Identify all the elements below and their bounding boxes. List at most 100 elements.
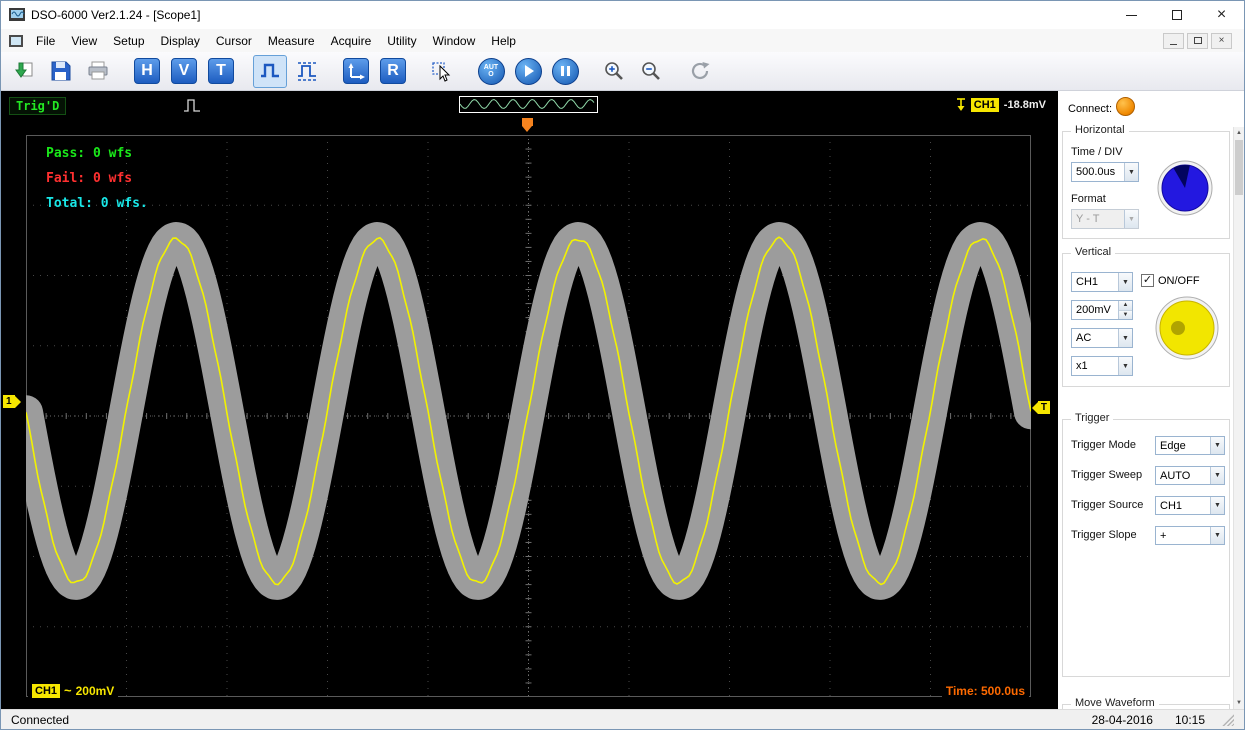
marker-body — [522, 118, 533, 126]
resize-grip[interactable] — [1221, 713, 1234, 726]
menu-view[interactable]: View — [63, 31, 105, 51]
total-count: Total: 0 wfs. — [46, 191, 148, 216]
run-button[interactable] — [511, 55, 545, 88]
maximize-icon — [1172, 10, 1182, 20]
xy-mode-button[interactable] — [339, 55, 373, 88]
chevron-down-icon: ▼ — [1124, 210, 1138, 228]
menu-measure[interactable]: Measure — [260, 31, 323, 51]
minimize-button[interactable] — [1109, 1, 1154, 29]
auto-setup-button[interactable]: AUTO — [474, 55, 508, 88]
panel-scrollbar[interactable]: ▲ ▼ — [1233, 127, 1244, 709]
h-icon: H — [134, 58, 160, 84]
chevron-down-icon[interactable]: ▼ — [1210, 497, 1224, 514]
zoom-in-button[interactable] — [597, 55, 631, 88]
refresh-view-button[interactable]: R — [376, 55, 410, 88]
volts-div-value: 200mV — [1072, 304, 1118, 316]
chevron-down-icon[interactable]: ▼ — [1210, 467, 1224, 484]
scroll-down-icon[interactable]: ▼ — [1234, 697, 1244, 709]
menu-display[interactable]: Display — [153, 31, 208, 51]
window-controls: × — [1109, 1, 1244, 29]
channel-select[interactable]: CH1 ▼ — [1071, 272, 1133, 292]
trigger-source-select[interactable]: CH1 ▼ — [1155, 496, 1225, 515]
format-value: Y - T — [1072, 213, 1124, 225]
horizontal-group: Horizontal Time / DIV 500.0us ▼ Format Y… — [1062, 131, 1230, 239]
statusbar-right: 28-04-2016 10:15 — [1092, 713, 1217, 727]
onoff-label: ON/OFF — [1158, 275, 1200, 287]
scroll-up-icon[interactable]: ▲ — [1234, 127, 1244, 139]
volts-div-spinner[interactable]: 200mV ▲▼ — [1071, 300, 1133, 320]
trigger-mode-select[interactable]: Edge ▼ — [1155, 436, 1225, 455]
trigger-level-marker[interactable]: T — [1032, 401, 1050, 414]
channel-onoff[interactable]: ✓ ON/OFF — [1141, 274, 1200, 287]
t-icon: T — [208, 58, 234, 84]
waveform-limit-button[interactable] — [290, 55, 324, 88]
horizontal-settings-button[interactable]: H — [130, 55, 164, 88]
trigger-position-marker[interactable] — [522, 118, 533, 132]
zoom-out-button[interactable] — [634, 55, 668, 88]
chevron-down-icon[interactable]: ▼ — [1210, 437, 1224, 454]
trigger-source-value: CH1 — [1156, 500, 1210, 512]
print-button[interactable] — [81, 55, 115, 88]
save-button[interactable] — [44, 55, 78, 88]
connect-indicator[interactable] — [1116, 97, 1135, 116]
trigger-channel-badge: CH1 — [971, 98, 999, 112]
menu-window[interactable]: Window — [425, 31, 484, 51]
chevron-down-icon[interactable]: ▼ — [1118, 273, 1132, 291]
checkbox-checked-icon[interactable]: ✓ — [1141, 274, 1154, 287]
scope-display[interactable] — [26, 135, 1031, 697]
horizontal-knob[interactable] — [1157, 160, 1213, 219]
cursor-tool-button[interactable] — [425, 55, 459, 88]
mdi-close-button[interactable]: × — [1211, 33, 1232, 49]
sync-button[interactable] — [683, 55, 717, 88]
menu-file[interactable]: File — [28, 31, 63, 51]
ground-level-marker[interactable]: 1 — [3, 395, 21, 408]
mdi-restore-button[interactable] — [1187, 33, 1208, 49]
mdi-minimize-button[interactable] — [1163, 33, 1184, 49]
menu-setup[interactable]: Setup — [105, 31, 152, 51]
printer-icon — [87, 61, 109, 81]
r-icon: R — [380, 58, 406, 84]
chevron-down-icon[interactable]: ▼ — [1118, 329, 1132, 347]
time-div-label: Time / DIV — [1071, 146, 1123, 158]
channel-readout: CH1 ~ 200mV — [28, 682, 118, 699]
close-button[interactable]: × — [1199, 1, 1244, 29]
channel-badge: CH1 — [32, 684, 60, 698]
trigger-group-title: Trigger — [1071, 412, 1113, 424]
status-time: 10:15 — [1175, 713, 1205, 727]
menu-utility[interactable]: Utility — [379, 31, 424, 51]
trigger-settings-button[interactable]: T — [204, 55, 238, 88]
chevron-down-icon[interactable]: ▼ — [1124, 163, 1138, 181]
vertical-knob[interactable] — [1155, 296, 1219, 363]
menu-cursor[interactable]: Cursor — [208, 31, 260, 51]
trigger-sweep-select[interactable]: AUTO ▼ — [1155, 466, 1225, 485]
waveform-preview-strip[interactable] — [459, 96, 598, 113]
scrollbar-thumb[interactable] — [1235, 140, 1243, 195]
trigger-level-value: -18.8mV — [1004, 99, 1046, 111]
vertical-group: Vertical CH1 ▼ ✓ ON/OFF 200mV ▲▼ AC ▼ — [1062, 253, 1230, 387]
chevron-down-icon[interactable]: ▼ — [1118, 357, 1132, 375]
trigger-readout: CH1 -18.8mV — [956, 98, 1046, 112]
format-select[interactable]: Y - T ▼ — [1071, 209, 1139, 229]
spinner-buttons: ▲▼ — [1118, 301, 1132, 319]
load-waveform-button[interactable] — [7, 55, 41, 88]
titlebar: DSO-6000 Ver2.1.24 - [Scope1] × — [1, 1, 1244, 29]
probe-select[interactable]: x1 ▼ — [1071, 356, 1133, 376]
trigger-slope-select[interactable]: + ▼ — [1155, 526, 1225, 545]
coupling-select[interactable]: AC ▼ — [1071, 328, 1133, 348]
spin-up-icon[interactable]: ▲ — [1119, 301, 1132, 310]
chevron-down-icon[interactable]: ▼ — [1210, 527, 1224, 544]
spin-down-icon[interactable]: ▼ — [1119, 310, 1132, 320]
time-div-select[interactable]: 500.0us ▼ — [1071, 162, 1139, 182]
horizontal-group-title: Horizontal — [1071, 124, 1129, 136]
coupling-wave-symbol: ~ — [64, 683, 72, 698]
pause-button[interactable] — [548, 55, 582, 88]
menu-help[interactable]: Help — [483, 31, 524, 51]
vertical-settings-button[interactable]: V — [167, 55, 201, 88]
document-window-icon — [9, 34, 24, 48]
maximize-button[interactable] — [1154, 1, 1199, 29]
minimize-icon — [1170, 44, 1177, 45]
pass-fail-counters: Pass: 0 wfs Fail: 0 wfs Total: 0 wfs. — [46, 141, 148, 216]
menu-acquire[interactable]: Acquire — [323, 31, 380, 51]
channel-value: CH1 — [1072, 276, 1118, 288]
pass-fail-test-button[interactable] — [253, 55, 287, 88]
